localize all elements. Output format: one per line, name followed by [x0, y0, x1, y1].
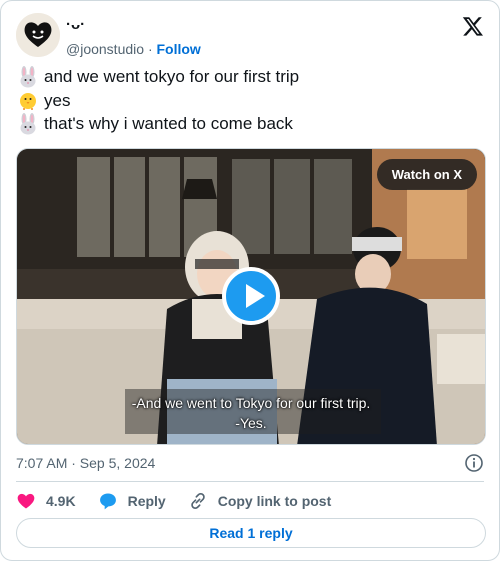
tweet-line-text: yes: [44, 90, 71, 110]
rabbit-icon: [20, 112, 36, 135]
link-icon: [190, 492, 205, 510]
video-subtitle-line1: -And we went to Tokyo for our first trip…: [131, 395, 371, 411]
action-bar: 4.9K Reply Copy link to post: [16, 488, 484, 514]
display-name[interactable]: ·ᴗ·: [66, 16, 201, 34]
x-logo-icon[interactable]: [462, 15, 484, 37]
tweet-header: ·ᴗ· @joonstudio · Follow: [16, 13, 484, 57]
like-button[interactable]: 4.9K: [16, 491, 76, 511]
video-subtitle-line2: -Yes.: [235, 415, 267, 431]
reply-button[interactable]: Reply: [98, 491, 166, 511]
info-icon[interactable]: [464, 453, 484, 473]
author-handle[interactable]: @joonstudio: [66, 41, 144, 57]
handle-row: @joonstudio · Follow: [66, 40, 201, 58]
read-replies-button[interactable]: Read 1 reply: [16, 518, 486, 548]
chick-icon: [20, 93, 36, 111]
play-button-icon[interactable]: [222, 267, 280, 325]
rabbit-icon: [20, 65, 36, 88]
copy-link-button[interactable]: Copy link to post: [188, 491, 332, 511]
separator-dot: ·: [147, 41, 153, 57]
tweet-line-text: that's why i wanted to come back: [44, 114, 293, 133]
tweet-line-text: and we went tokyo for our first trip: [44, 67, 300, 86]
author-names: ·ᴗ· @joonstudio · Follow: [66, 16, 201, 58]
video-player[interactable]: -And we went to Tokyo for our first trip…: [16, 148, 486, 445]
tweet-text: and we went tokyo for our first trip yes: [16, 65, 484, 136]
tweet-line: yes: [16, 89, 484, 113]
timestamp-link[interactable]: 7:07 AM · Sep 5, 2024: [16, 455, 155, 471]
follow-button[interactable]: Follow: [157, 41, 201, 57]
reply-label: Reply: [127, 493, 166, 509]
tweet-line: that's why i wanted to come back: [16, 112, 484, 136]
tweet-meta: 7:07 AM · Sep 5, 2024: [16, 453, 484, 473]
tweet-line: and we went tokyo for our first trip: [16, 65, 484, 89]
tweet-card: ·ᴗ· @joonstudio · Follow and we went tok…: [0, 0, 500, 561]
avatar[interactable]: [16, 13, 60, 57]
copy-link-label: Copy link to post: [217, 493, 332, 509]
watch-on-x-button[interactable]: Watch on X: [376, 159, 477, 190]
reply-bubble-icon: [99, 493, 116, 510]
heart-icon: [17, 493, 35, 509]
divider: [16, 481, 484, 482]
like-count: 4.9K: [46, 493, 76, 509]
